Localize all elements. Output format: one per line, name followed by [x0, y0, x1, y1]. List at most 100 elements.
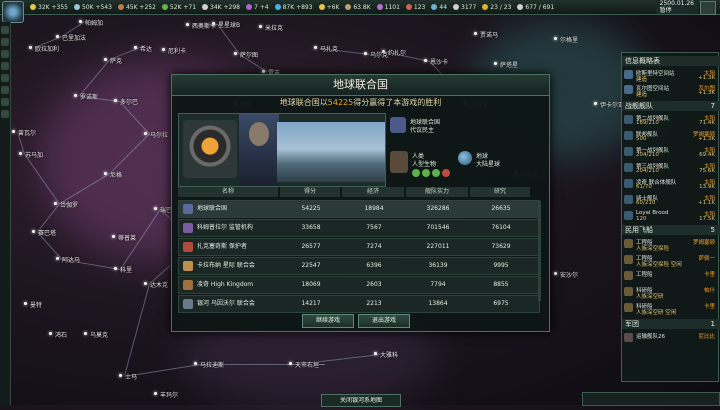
outliner-item[interactable]: 工程船 人族深空探险 罗姆塞顿 [622, 237, 718, 252]
system-label[interactable]: 欧拉加利 [35, 44, 59, 53]
resource-4[interactable]: 34K +298 [202, 4, 240, 11]
system-label[interactable]: 帕姆加 [85, 18, 103, 27]
fleet-section-header[interactable]: 战舰舰队 7 [622, 101, 720, 111]
system-label[interactable]: 曼特 [30, 300, 42, 309]
star-system-9[interactable] [262, 70, 265, 73]
system-label[interactable]: 天市右垣一 [295, 360, 325, 369]
system-label[interactable]: 科里 [120, 265, 132, 274]
star-system-18[interactable] [54, 202, 57, 205]
empire-flag-icon[interactable] [2, 1, 24, 23]
score-table-row[interactable]: 科姆普拉尔 监管机构 33658 7567 701546 76104 [178, 219, 540, 237]
resource-11[interactable]: 44 [431, 4, 447, 11]
system-label[interactable]: 尼格 [110, 170, 122, 179]
government-menu-icon[interactable] [1, 26, 9, 34]
outliner-item[interactable]: 骑士舰队 60/210 太阳 +1.1K [622, 193, 718, 207]
star-system-0[interactable] [79, 20, 82, 23]
star-system-26[interactable] [554, 272, 557, 275]
policies-menu-icon[interactable] [1, 110, 9, 118]
contacts-menu-icon[interactable] [1, 38, 9, 46]
system-label[interactable]: 罗诺斯 [80, 92, 98, 101]
star-system-30[interactable] [194, 362, 197, 365]
system-label[interactable]: 阿达马 [62, 255, 80, 264]
system-label[interactable]: 多尔巴 [120, 97, 138, 106]
system-label[interactable]: 萨尔图 [240, 50, 258, 59]
army-section-header[interactable]: 军团 1 [622, 319, 720, 329]
bottom-right-toolbar[interactable] [582, 392, 720, 406]
col-header-name[interactable]: 名称 [178, 187, 278, 197]
system-label[interactable]: 赛巴塔 [38, 228, 56, 237]
traditions-menu-icon[interactable] [1, 98, 9, 106]
star-system-19[interactable] [32, 230, 35, 233]
score-table-row[interactable]: 地球联合国 54225 18984 326286 26635 [178, 200, 540, 218]
score-table-row[interactable]: 卡拉布纳 星际 联合会 22547 6396 36139 9995 [178, 257, 540, 275]
game-date[interactable]: 2500.01.26 暂停 [655, 0, 698, 14]
civil-section-header[interactable]: 民用飞船 5 [622, 225, 720, 235]
outliner-item[interactable]: 科研船 人族深空研 帕什 [622, 285, 718, 300]
star-system-28[interactable] [289, 362, 292, 365]
table-scrollbar[interactable] [538, 201, 541, 301]
system-label[interactable]: 尔格里 [560, 35, 578, 44]
outliner-item[interactable]: Loyal Brood 120 太阳 17.5K [622, 209, 718, 223]
star-system-29[interactable] [154, 392, 157, 395]
star-system-8[interactable] [162, 48, 165, 51]
outliner-item[interactable]: 第三战列舰队 204/210 太阳 75.6K [622, 161, 718, 175]
star-system-21[interactable] [114, 267, 117, 270]
score-table-row[interactable]: 凌奇 High Kingdom 18069 2603 7794 8855 [178, 276, 540, 294]
system-label[interactable]: 达木克 [150, 280, 168, 289]
star-system-35[interactable] [104, 172, 107, 175]
outliner-item[interactable]: 瓦尔图空间站 建造 瓦尔图 +1.3K [622, 83, 718, 98]
outliner-item[interactable]: 运输舰队26 尼比比 [622, 331, 718, 345]
star-system-7[interactable] [234, 52, 237, 55]
resource-0[interactable]: 32K +355 [30, 4, 68, 11]
star-system-36[interactable] [19, 152, 22, 155]
system-label[interactable]: 丰玛尔 [160, 390, 178, 399]
outliner-item[interactable]: 第二战列舰队 189/210 太阳 71.4K [622, 113, 718, 127]
star-system-42[interactable] [259, 25, 262, 28]
system-label[interactable]: 乌尔克 [370, 50, 388, 59]
species-menu-icon[interactable] [1, 86, 9, 94]
system-label[interactable]: 大雅科 [380, 350, 398, 359]
star-system-17[interactable] [494, 62, 497, 65]
system-label[interactable]: 约扎尔 [388, 48, 406, 57]
outliner-item[interactable]: 欧斯里特空间站 建造 太阳 +1.3K [622, 68, 718, 83]
resource-7[interactable]: +6K [318, 4, 339, 11]
outliner-item[interactable]: 工程船 卡里 [622, 269, 718, 283]
system-label[interactable]: 乌莫克 [90, 330, 108, 339]
situation-menu-icon[interactable] [1, 62, 9, 70]
star-system-37[interactable] [12, 130, 15, 133]
star-system-34[interactable] [119, 374, 122, 377]
col-header-fleet[interactable]: 舰队实力 [406, 187, 468, 197]
outliner-item[interactable]: 凌奇 联合体舰队 61/70 太阳 13.9K [622, 177, 718, 191]
system-label[interactable]: 苏马加 [25, 150, 43, 159]
col-header-research[interactable]: 研究 [470, 187, 530, 197]
exit-game-button[interactable]: 退出游戏 [358, 314, 410, 328]
system-label[interactable]: 鸿石 [55, 330, 67, 339]
system-label[interactable]: 土马 [125, 372, 137, 381]
star-system-16[interactable] [554, 37, 557, 40]
outliner-item[interactable]: 联邦舰队 500 罗姆塞顿 +1.3K [622, 129, 718, 143]
resource-14[interactable]: 677 / 691 [517, 4, 554, 11]
star-system-40[interactable] [144, 132, 147, 135]
outliner-item[interactable]: 工程船 人族深空探险 空闲 萨佩一 [622, 253, 718, 268]
system-label[interactable]: 萨克 [110, 56, 122, 65]
star-system-24[interactable] [154, 207, 157, 210]
system-label[interactable]: 贾诺马 [480, 30, 498, 39]
star-system-1[interactable] [56, 35, 59, 38]
star-system-25[interactable] [144, 282, 147, 285]
system-label[interactable]: 岱伽罗 [60, 200, 78, 209]
star-system-45[interactable] [474, 32, 477, 35]
planets-menu-icon[interactable] [1, 74, 9, 82]
system-label[interactable]: 恩沙卡 [430, 57, 448, 66]
continue-game-button[interactable]: 继续游戏 [302, 314, 354, 328]
score-table-row[interactable]: 银河 乌因沃尔 联合会 14217 2213 13864 6975 [178, 295, 540, 313]
resource-9[interactable]: 1101 [376, 4, 400, 11]
star-system-3[interactable] [212, 22, 215, 25]
system-label[interactable]: 希达 [140, 44, 152, 53]
map-mode-toolbar[interactable] [590, 380, 660, 390]
star-system-41[interactable] [364, 52, 367, 55]
star-system-38[interactable] [74, 94, 77, 97]
star-system-44[interactable] [594, 102, 597, 105]
star-system-4[interactable] [134, 46, 137, 49]
technology-menu-icon[interactable] [1, 50, 9, 58]
col-header-score[interactable]: 得分 [280, 187, 340, 197]
